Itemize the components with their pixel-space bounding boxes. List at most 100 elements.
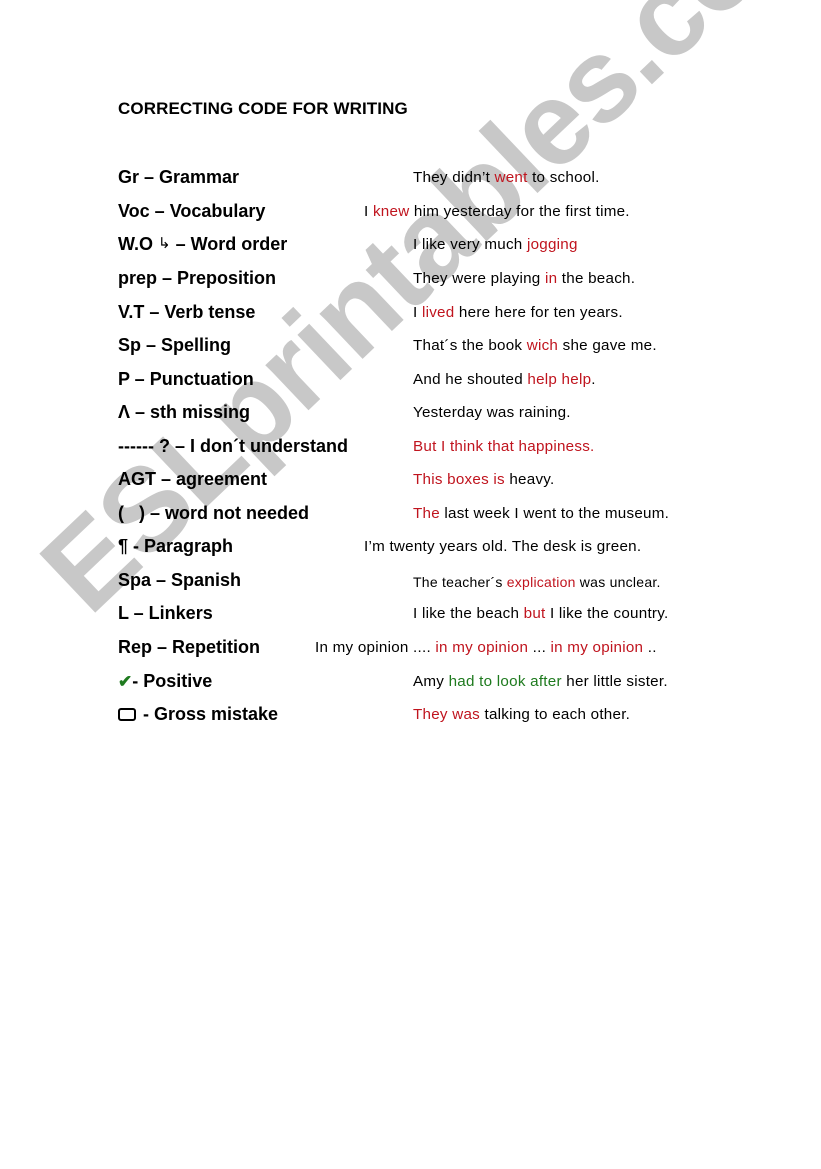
example-sentence: They was talking to each other.: [413, 705, 630, 725]
code-row-verb-tense: V.T – Verb tense I lived here here for t…: [0, 301, 821, 331]
example-text: ..: [643, 639, 657, 656]
example-text: That´s the book: [413, 337, 527, 354]
error-highlight: The: [413, 505, 440, 522]
code-meaning: – Word order: [170, 234, 288, 254]
error-highlight: wich: [526, 337, 559, 354]
example-text: I like very much: [413, 236, 527, 253]
code-row-repetition: Rep – Repetition In my opinion .... in m…: [0, 636, 821, 666]
code-label: Sp – Spelling: [118, 335, 232, 355]
example-text: last week I went to the museum.: [439, 505, 670, 522]
example-text: I like the beach: [413, 605, 524, 622]
example-sentence: That´s the book wich she gave me.: [413, 336, 657, 356]
code-label: AGT – agreement: [118, 469, 268, 489]
code-label: Λ – sth missing: [118, 402, 251, 422]
example-sentence: I like the beach but I like the country.: [413, 604, 668, 624]
word-order-arrow-icon: ↳: [158, 235, 171, 252]
code-row-spanish: Spa – Spanish The teacher´s explication …: [0, 569, 821, 599]
example-text: here here for ten years.: [454, 304, 623, 321]
error-highlight: in my opinion: [550, 639, 644, 656]
example-text: to school.: [527, 169, 600, 186]
code-label: L – Linkers: [118, 603, 213, 623]
example-sentence: This boxes is heavy.: [413, 470, 554, 490]
code-label: prep – Preposition: [118, 268, 277, 288]
code-label: ------ ? – I don´t understand: [118, 436, 348, 456]
code-row-punctuation: P – Punctuation And he shouted help help…: [0, 368, 821, 398]
example-sentence: In my opinion .... in my opinion ... in …: [315, 638, 657, 658]
code-label: ( ) – word not needed: [118, 503, 310, 523]
example-text: The teacher´s: [413, 574, 507, 590]
example-sentence: I’m twenty years old. The desk is green.: [364, 537, 641, 557]
example-sentence: They were playing in the beach.: [413, 269, 635, 289]
example-sentence: The last week I went to the museum.: [413, 504, 669, 524]
code-row-spelling: Sp – Spelling That´s the book wich she g…: [0, 334, 821, 364]
example-text: Yesterday was raining.: [413, 404, 571, 421]
example-sentence: I lived here here for ten years.: [413, 303, 623, 323]
code-abbrev: W.O: [118, 234, 158, 254]
code-row-dont-understand: ------ ? – I don´t understand But I thin…: [0, 435, 821, 465]
code-row-word-not-needed: ( ) – word not needed The last week I we…: [0, 502, 821, 532]
example-text: she gave me.: [558, 337, 657, 354]
code-label: Gr – Grammar: [118, 167, 240, 187]
example-text: .: [591, 371, 596, 388]
example-text: him yesterday for the first time.: [409, 203, 630, 220]
error-highlight: help help: [527, 371, 592, 388]
code-label: Rep – Repetition: [118, 637, 261, 657]
code-label: - Gross mistake: [118, 703, 278, 725]
example-text: heavy.: [504, 471, 555, 488]
example-text: They didn’t: [413, 169, 495, 186]
page-title: CORRECTING CODE FOR WRITING: [118, 99, 408, 118]
example-sentence: Amy had to look after her little sister.: [413, 672, 668, 692]
example-sentence: And he shouted help help.: [413, 370, 596, 390]
example-text: Amy: [413, 673, 449, 690]
example-sentence: I knew him yesterday for the first time.: [364, 202, 630, 222]
error-highlight: They was: [413, 706, 480, 723]
example-sentence: They didn’t went to school.: [413, 168, 600, 188]
example-sentence: The teacher´s explication was unclear.: [413, 572, 661, 592]
box-icon: [118, 708, 136, 721]
example-text: In my opinion ....: [315, 639, 436, 656]
code-label: ¶ - Paragraph: [118, 536, 234, 556]
code-row-gross-mistake: - Gross mistake They was talking to each…: [0, 703, 821, 733]
code-label: P – Punctuation: [118, 369, 254, 389]
code-row-missing: Λ – sth missing Yesterday was raining.: [0, 401, 821, 431]
example-text: talking to each other.: [480, 706, 631, 723]
code-row-linkers: L – Linkers I like the beach but I like …: [0, 602, 821, 632]
code-label: ✔- Positive: [118, 670, 212, 693]
example-text: ...: [528, 639, 551, 656]
code-label: W.O ↳ – Word order: [118, 233, 287, 255]
example-text: And he shouted: [413, 371, 528, 388]
example-text: I: [364, 203, 373, 220]
code-row-grammar: Gr – Grammar They didn’t went to school.: [0, 166, 821, 196]
code-row-paragraph: ¶ - Paragraph I’m twenty years old. The …: [0, 535, 821, 565]
code-label: Spa – Spanish: [118, 570, 242, 590]
code-row-word-order: W.O ↳ – Word order I like very much jogg…: [0, 233, 821, 263]
example-text: her little sister.: [561, 673, 668, 690]
example-text: I’m twenty years old. The desk is green.: [364, 538, 642, 555]
code-meaning: - Gross mistake: [138, 704, 279, 724]
code-label: V.T – Verb tense: [118, 302, 256, 322]
error-highlight: knew: [372, 203, 410, 220]
error-highlight: This boxes is: [413, 471, 505, 488]
positive-highlight: had to look after: [448, 673, 562, 690]
error-highlight: jogging: [526, 236, 578, 253]
code-row-agreement: AGT – agreement This boxes is heavy.: [0, 468, 821, 498]
error-highlight: went: [494, 169, 528, 186]
example-sentence: I like very much jogging: [413, 235, 578, 255]
example-sentence: But I think that happiness.: [413, 437, 595, 457]
example-text: They were playing: [413, 270, 545, 287]
error-highlight: in my opinion: [435, 639, 529, 656]
example-text: I like the country.: [545, 605, 669, 622]
code-row-preposition: prep – Preposition They were playing in …: [0, 267, 821, 297]
error-highlight: But I think that happiness.: [413, 438, 595, 455]
error-highlight: lived: [421, 304, 455, 321]
error-highlight: in: [544, 270, 558, 287]
example-sentence: Yesterday was raining.: [413, 403, 571, 423]
example-text: was unclear.: [575, 574, 661, 590]
example-text: the beach.: [557, 270, 636, 287]
error-highlight: but: [523, 605, 546, 622]
code-meaning: - Positive: [132, 671, 213, 691]
error-highlight: explication: [506, 574, 576, 590]
code-row-vocabulary: Voc – Vocabulary I knew him yesterday fo…: [0, 200, 821, 230]
code-label: Voc – Vocabulary: [118, 201, 266, 221]
check-icon: ✔: [118, 672, 133, 691]
